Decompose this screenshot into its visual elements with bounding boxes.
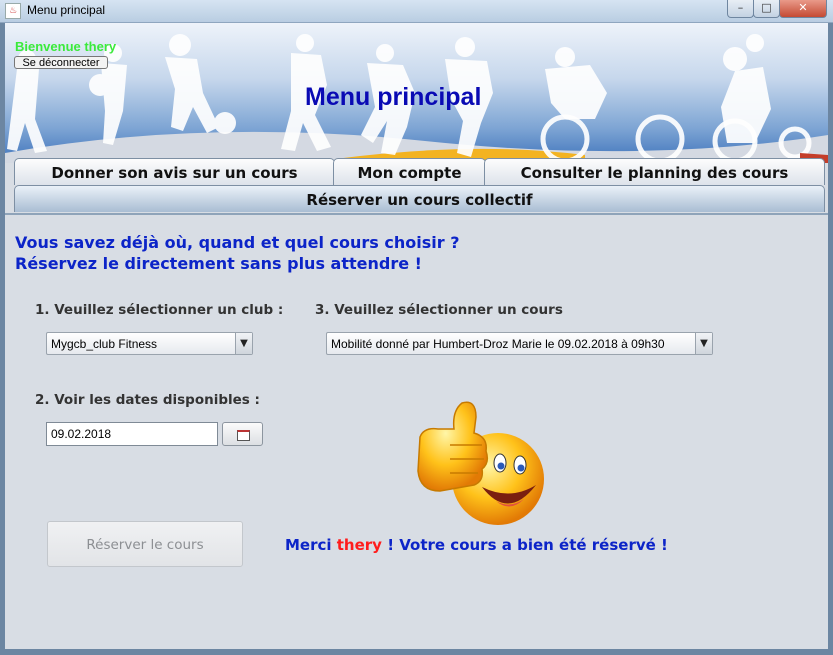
dates-label: 2. Voir les dates disponibles : (35, 392, 260, 408)
calendar-button[interactable] (222, 422, 263, 446)
calendar-icon (237, 430, 250, 441)
tab-panel-border (5, 213, 828, 215)
welcome-message: Bienvenue thery (15, 39, 117, 54)
page-title: Menu principal (305, 83, 482, 111)
club-label: 1. Veuillez sélectionner un club : (35, 302, 284, 318)
minimize-button[interactable]: – (727, 0, 754, 18)
close-button[interactable]: ✕ (779, 0, 827, 18)
tab-planning[interactable]: Consulter le planning des cours (484, 158, 825, 185)
confirmation-suffix: ! Votre cours a bien été réservé ! (381, 536, 668, 554)
client-area: Bienvenue thery Se déconnecter Menu prin… (5, 23, 828, 649)
course-select[interactable]: Mobilité donné par Humbert-Droz Marie le… (326, 332, 713, 355)
window-title: Menu principal (27, 3, 106, 17)
sports-banner: Bienvenue thery Se déconnecter Menu prin… (5, 23, 828, 163)
chevron-down-icon[interactable]: ▼ (695, 333, 712, 354)
club-select[interactable]: Mygcb_club Fitness ▼ (46, 332, 253, 355)
maximize-button[interactable]: □ (753, 0, 780, 18)
chevron-down-icon[interactable]: ▼ (235, 333, 252, 354)
app-window: ♨ Menu principal – □ ✕ Bienvenue thery S… (0, 0, 833, 655)
tab-reserver-cours[interactable]: Réserver un cours collectif (14, 185, 825, 212)
course-select-value: Mobilité donné par Humbert-Droz Marie le… (331, 337, 665, 351)
java-icon: ♨ (5, 3, 21, 19)
course-label: 3. Veuillez sélectionner un cours (315, 302, 563, 318)
date-field[interactable]: 09.02.2018 (46, 422, 218, 446)
club-select-value: Mygcb_club Fitness (51, 337, 158, 351)
confirmation-username: thery (336, 536, 382, 554)
confirmation-prefix: Merci (285, 536, 337, 554)
tab-donner-avis[interactable]: Donner son avis sur un cours (14, 158, 335, 185)
thumbs-up-smiley-icon (417, 401, 544, 525)
intro-line-1: Vous savez déjà où, quand et quel cours … (15, 233, 460, 252)
confirmation-message: Merci thery ! Votre cours a bien été rés… (285, 536, 668, 554)
reserve-button[interactable]: Réserver le cours (47, 521, 243, 567)
title-bar[interactable]: ♨ Menu principal – □ ✕ (0, 0, 833, 23)
intro-line-2: Réservez le directement sans plus attend… (15, 254, 422, 273)
tab-mon-compte[interactable]: Mon compte (333, 158, 486, 185)
logout-button[interactable]: Se déconnecter (14, 56, 108, 69)
